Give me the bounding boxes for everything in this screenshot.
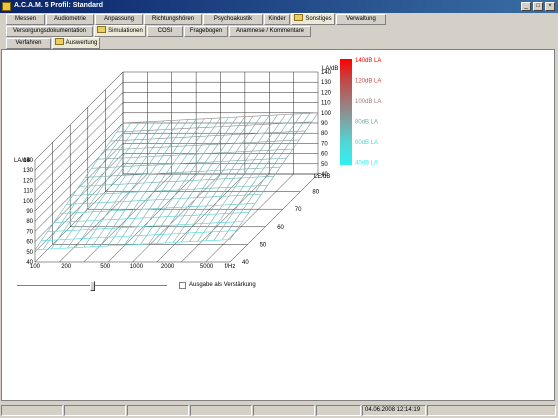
slider-thumb[interactable] [90,281,95,291]
la-tick-right: 130 [321,80,332,86]
la-tick-right: 60 [321,152,328,158]
status-datetime: 04.06.2008 12:14:19 [362,405,426,416]
la-tick-right: 110 [321,101,331,107]
freq-tick-label: 2000 [161,264,175,270]
colorbar-label: 80dB LA [355,120,378,126]
la-tick-left: 70 [26,229,33,235]
status-bar: 04.06.2008 12:14:19 [0,404,558,418]
surface-chart: 100 200 500 1000 2000 5000 f/Hz 40 50 60 70 80 90 100… [14,58,381,270]
la-tick-left: 130 [23,168,34,174]
colorbar-label: 120dB LA [355,79,381,85]
status-cell [316,405,361,416]
gain-checkbox-label: Ausgabe als Verstärkung [189,282,256,288]
la-tick-left: 40 [26,260,33,266]
freq-tick-label: 500 [100,264,111,270]
la-tick-right: 100 [321,111,332,117]
la-tick-left: 90 [26,209,33,215]
la-axis-title-left: LA/dB [14,158,30,164]
colorbar-label: 100dB LA [355,99,381,105]
freq-tick-label: 5000 [200,264,214,270]
la-tick-right: 90 [321,121,328,127]
la-axis-title-right: LA/dB [322,66,338,72]
status-cell [190,405,252,416]
la-tick-right: 70 [321,141,328,147]
floor-gridline [205,173,294,263]
la-tick-left: 80 [26,219,33,225]
la-tick-left: 50 [26,250,33,256]
status-cell [427,405,556,416]
la-tick-right: 80 [321,131,328,137]
colorbar: 140dB LA 120dB LA 100dB LA 80dB LA 60dB LA 40… [340,58,381,167]
freq-axis-title: f/Hz [225,264,236,270]
le-tick-label: 70 [295,207,302,213]
status-cell [1,405,63,416]
le-tick-label: 80 [312,190,319,196]
status-cell [253,405,315,416]
la-tick-left: 110 [23,189,33,195]
gain-checkbox[interactable] [179,282,186,289]
le-axis-title: LE/dB [314,174,330,180]
colorbar-gradient [340,59,352,165]
status-cell [64,405,126,416]
la-tick-left: 60 [26,240,33,246]
status-cell [127,405,189,416]
la-tick-left: 120 [23,178,34,184]
le-tick-label: 60 [277,225,284,231]
freq-tick-label: 1000 [130,264,144,270]
le-tick-label: 50 [260,242,267,248]
floor-gridline [229,173,319,263]
colorbar-label: 40dB LA [355,161,378,167]
la-tick-right: 50 [321,162,328,168]
le-tick-label: 40 [242,260,249,266]
freq-tick-label: 200 [61,264,72,270]
colorbar-label: 60dB LA [355,140,378,146]
floor-gridline [107,173,197,263]
la-tick-right: 120 [321,90,332,96]
colorbar-label: 140dB LA [355,58,381,64]
la-tick-left: 100 [23,199,34,205]
